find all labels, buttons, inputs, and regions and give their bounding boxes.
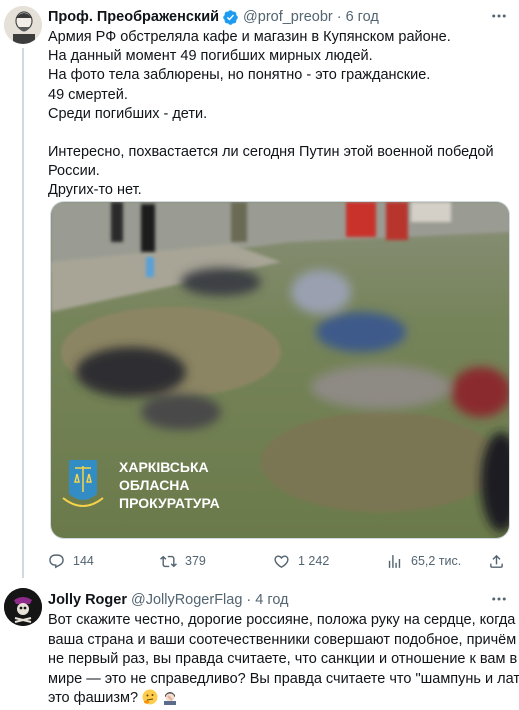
- tweet-line: Среди погибших - дети.: [48, 105, 208, 122]
- watermark-text: ХАРКІВСЬКА: [119, 459, 209, 475]
- author-handle[interactable]: @JollyRogerFlag: [131, 592, 242, 608]
- retweet-count: 379: [185, 554, 206, 568]
- facepalm-emoji: [162, 689, 179, 705]
- share-button[interactable]: [488, 550, 513, 572]
- views-icon: [388, 554, 401, 568]
- tweet-photo[interactable]: ХАРКІВСЬКА ОБЛАСНА ПРОКУРАТУРА: [50, 201, 510, 539]
- tweet-line: ваша страна и ваши соотечественники сове…: [48, 631, 517, 648]
- watermark-text: ПРОКУРАТУРА: [119, 495, 220, 511]
- author-name[interactable]: Jolly Roger: [48, 592, 127, 608]
- view-count: 65,2 тис.: [411, 554, 462, 568]
- tweet-line: На данный момент 49 погибших мирных люде…: [48, 48, 373, 65]
- tweet-text: Вот скажите честно, дорогие россияне, по…: [48, 611, 519, 709]
- timestamp[interactable]: 4 год: [255, 592, 288, 608]
- author-name[interactable]: Проф. Преображенский: [48, 9, 219, 25]
- tweet-actions: 144 379 1 242 65,2 тис.: [48, 550, 510, 572]
- tweet-header: Jolly Roger @JollyRogerFlag · 4 год: [48, 589, 289, 611]
- thinking-face-emoji: [142, 689, 158, 705]
- more-icon[interactable]: [487, 589, 511, 609]
- avatar[interactable]: [4, 6, 42, 44]
- reply-button[interactable]: 144: [48, 550, 94, 572]
- tweet-line: мире — это не справедливо? Вы правда счи…: [48, 670, 519, 687]
- thread-line: [22, 48, 24, 578]
- separator: ·: [336, 9, 342, 25]
- tweet-line: 49 смертей.: [48, 86, 128, 103]
- reply-count: 144: [73, 554, 94, 568]
- tweet-line: Армия РФ обстреляла кафе и магазин в Куп…: [48, 29, 451, 45]
- verified-icon: [222, 9, 239, 26]
- tweet-1[interactable]: Проф. Преображенский @prof_preobr · 6 го…: [0, 0, 519, 580]
- share-icon: [490, 554, 503, 568]
- views-button[interactable]: 65,2 тис.: [386, 550, 461, 572]
- more-icon[interactable]: [487, 6, 511, 26]
- retweet-button[interactable]: 379: [160, 550, 206, 572]
- author-handle[interactable]: @prof_preobr: [243, 9, 333, 25]
- watermark-text: ОБЛАСНА: [119, 477, 190, 493]
- tweet-line: Интересно, похвастается ли сегодня Путин…: [48, 144, 494, 161]
- timestamp[interactable]: 6 год: [346, 9, 379, 25]
- like-count: 1 242: [298, 554, 330, 568]
- separator: ·: [246, 592, 252, 608]
- retweet-icon: [160, 555, 177, 567]
- tweet-line: На фото тела заблюрены, но понятно - это…: [48, 67, 431, 84]
- tweet-line: Других-то нет.: [48, 182, 142, 199]
- tweet-line: это фашизм?: [48, 689, 510, 709]
- reply-icon: [49, 553, 64, 568]
- tweet-line: России.: [48, 163, 100, 180]
- tweet-text: Армия РФ обстреляла кафе и магазин в Куп…: [48, 28, 510, 201]
- like-button[interactable]: 1 242: [273, 550, 329, 572]
- tweet-line-text: это фашизм?: [48, 690, 139, 706]
- avatar[interactable]: [4, 588, 42, 626]
- tweet-header: Проф. Преображенский @prof_preobr · 6 го…: [48, 6, 379, 28]
- tweet-line: не первый раз, вы правда считаете, что с…: [48, 651, 518, 667]
- tweet-line: Вот скажите честно, дорогие россияне, по…: [48, 612, 516, 628]
- like-icon: [274, 554, 289, 568]
- tweet-2[interactable]: Jolly Roger @JollyRogerFlag · 4 год Вот …: [0, 580, 519, 710]
